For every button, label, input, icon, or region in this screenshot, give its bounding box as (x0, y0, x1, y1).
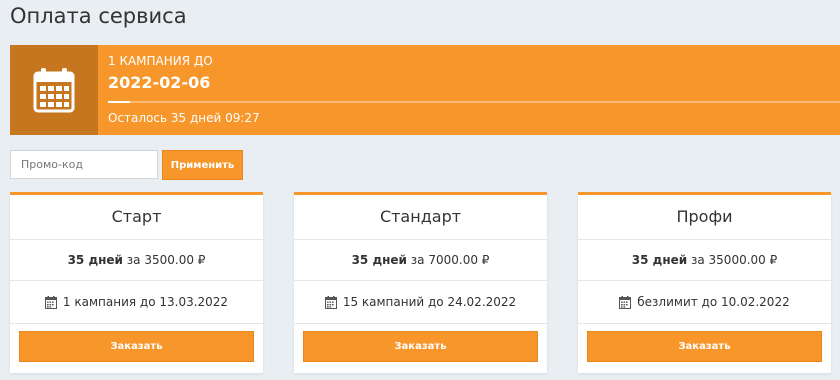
plan-limit: 15 кампаний до 24.02.2022 (294, 281, 547, 324)
calendar-icon (324, 295, 337, 309)
subscription-end-date: 2022-02-06 (108, 73, 211, 92)
order-button[interactable]: Заказать (303, 331, 538, 362)
subscription-progress-bar (108, 101, 840, 103)
plan-limit-text: безлимит до 10.02.2022 (637, 295, 790, 309)
plan-price: 35 дней за 35000.00 ₽ (578, 240, 831, 281)
plan-period: 35 дней (351, 253, 407, 267)
subscription-progress-fill (108, 101, 130, 103)
subscription-remaining: Осталось 35 дней 09:27 (108, 111, 260, 125)
plan-price-amount: за 3500.00 ₽ (126, 253, 206, 267)
plan-price-amount: за 35000.00 ₽ (690, 253, 778, 267)
order-button[interactable]: Заказать (587, 331, 822, 362)
plan-limit: 1 кампания до 13.03.2022 (10, 281, 263, 324)
promo-code-input[interactable] (10, 150, 158, 179)
plan-period: 35 дней (67, 253, 123, 267)
apply-promo-button[interactable]: Применить (162, 150, 243, 180)
plan-name: Профи (578, 195, 831, 240)
plan-price: 35 дней за 7000.00 ₽ (294, 240, 547, 281)
order-button[interactable]: Заказать (19, 331, 254, 362)
page-title: Оплата сервиса (10, 4, 187, 28)
subscription-label: 1 КАМПАНИЯ ДО (108, 54, 213, 68)
plan-period: 35 дней (631, 253, 688, 267)
calendar-icon (33, 68, 75, 113)
calendar-icon-box (10, 45, 98, 135)
plan-name: Стандарт (294, 195, 547, 240)
calendar-icon (619, 295, 632, 309)
subscription-info-box: 1 КАМПАНИЯ ДО 2022-02-06 Осталось 35 дне… (10, 45, 840, 135)
plan-price: 35 дней за 3500.00 ₽ (10, 240, 263, 281)
calendar-icon (44, 295, 57, 309)
plan-limit: безлимит до 10.02.2022 (578, 281, 831, 324)
plan-card: Профи 35 дней за 35000.00 ₽ безлимит до 10… (578, 192, 831, 373)
subscription-info-content: 1 КАМПАНИЯ ДО 2022-02-06 Осталось 35 дне… (98, 45, 840, 135)
plan-card: Стандарт 35 дней за 7000.00 ₽15 кампаний … (294, 192, 547, 373)
plan-card: Старт 35 дней за 3500.00 ₽1 кампания до 1… (10, 192, 263, 373)
plan-name: Старт (10, 195, 263, 240)
plan-price-amount: за 7000.00 ₽ (410, 253, 490, 267)
plan-limit-text: 15 кампаний до 24.02.2022 (342, 295, 517, 309)
plan-limit-text: 1 кампания до 13.03.2022 (62, 295, 229, 309)
